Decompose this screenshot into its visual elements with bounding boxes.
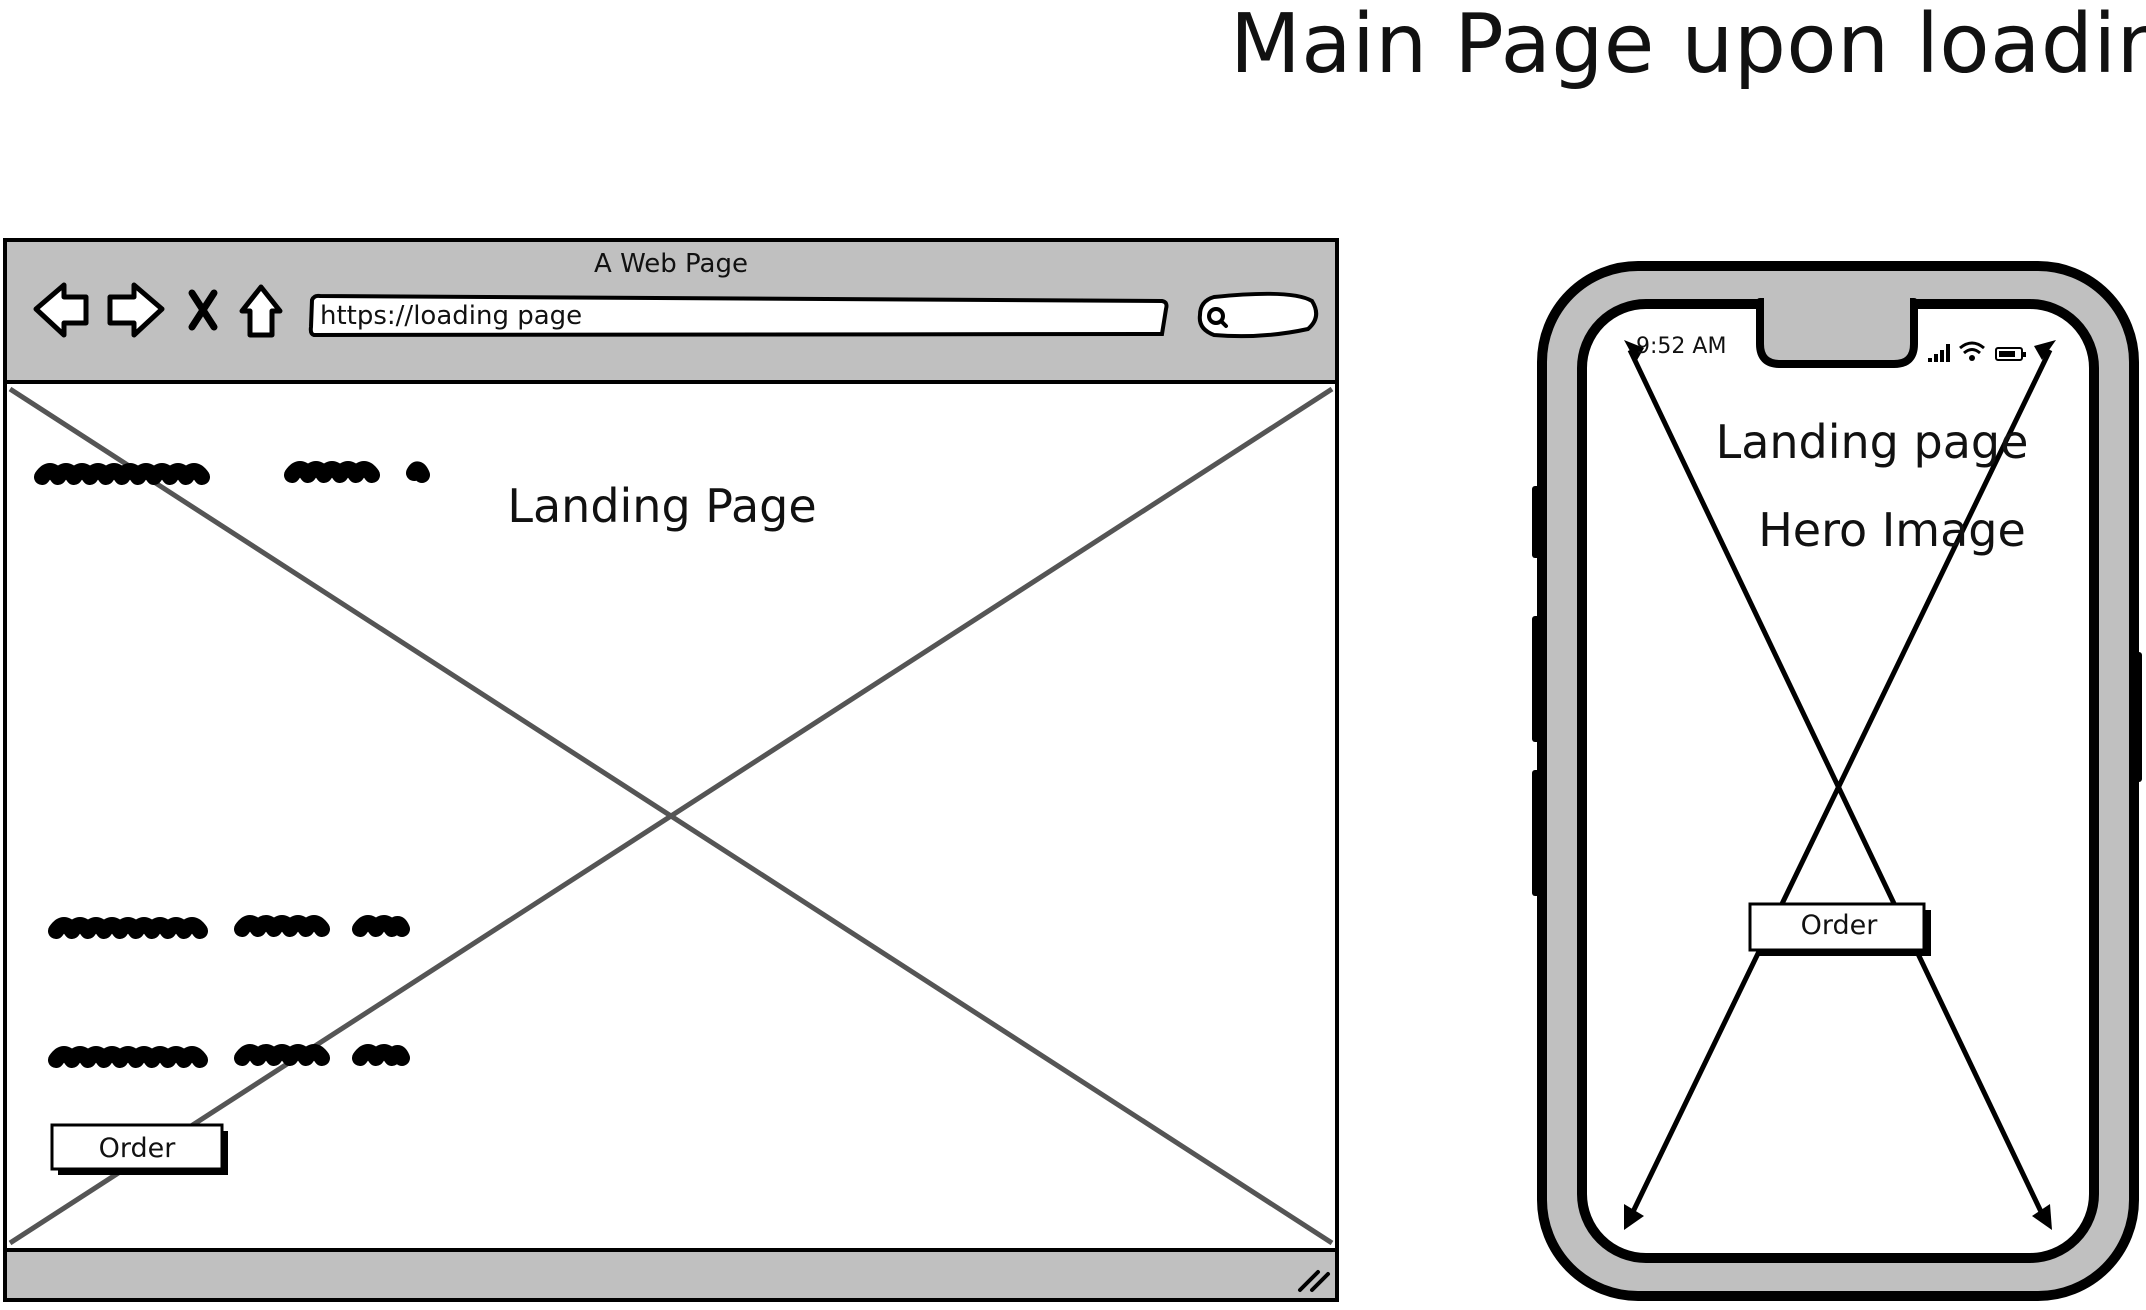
- browser-status-bar: [3, 1248, 1339, 1302]
- phone-mockup: 9:52 AM Landing page Hero Image Order: [1532, 258, 2146, 1310]
- hero-image-label: Hero Image: [1758, 503, 2026, 557]
- phone-notch-fill: [1764, 296, 1910, 308]
- diagram-title: Main Page upon loading: [1230, 0, 2146, 92]
- phone-notch: [1756, 298, 1918, 368]
- phone-order-button-label[interactable]: Order: [1752, 910, 1926, 942]
- landing-page-heading: Landing Page: [507, 479, 817, 533]
- address-bar-text[interactable]: https://loading page: [320, 301, 582, 331]
- phone-status-time: 9:52 AM: [1636, 334, 1727, 359]
- order-button-label[interactable]: Order: [52, 1133, 222, 1165]
- browser-mockup: A Web Page https://loading page Landing …: [2, 237, 1340, 1305]
- search-box[interactable]: [1197, 291, 1319, 339]
- browser-window-title: A Web Page: [594, 249, 748, 279]
- phone-landing-heading: Landing page: [1715, 415, 2029, 469]
